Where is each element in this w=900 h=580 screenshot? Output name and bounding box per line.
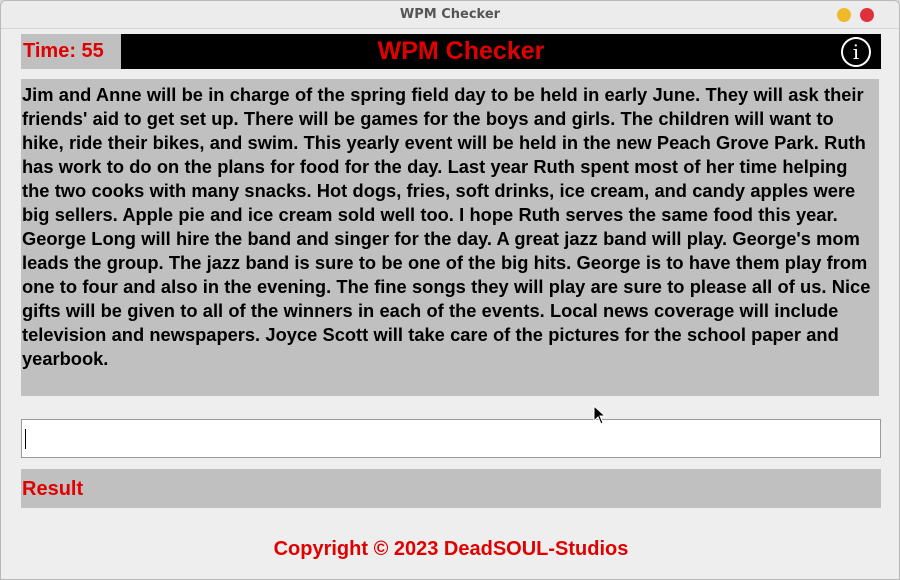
app-header: Time: 55 WPM Checker i [21,34,881,69]
mouse-pointer-icon [593,405,607,425]
info-icon[interactable]: i [841,37,871,67]
close-button[interactable] [860,8,874,22]
copyright-footer: Copyright © 2023 DeadSOUL-Studios [273,538,629,560]
result-label: Result [22,478,84,500]
result-panel: Result [21,469,881,508]
timer-label: Time: 55 [23,40,104,62]
app-title: WPM Checker [377,37,545,65]
title-banner: WPM Checker i [121,34,881,69]
text-caret [25,429,26,449]
minimize-button[interactable] [837,8,851,22]
typing-passage: Jim and Anne will be in charge of the sp… [21,79,879,396]
window-title: WPM Checker [399,7,501,22]
window-titlebar[interactable]: WPM Checker [1,1,899,29]
typing-input-field[interactable] [21,419,881,458]
timer-panel: Time: 55 [21,34,121,69]
app-window: WPM Checker Time: 55 WPM Checker i Jim a… [0,0,900,580]
